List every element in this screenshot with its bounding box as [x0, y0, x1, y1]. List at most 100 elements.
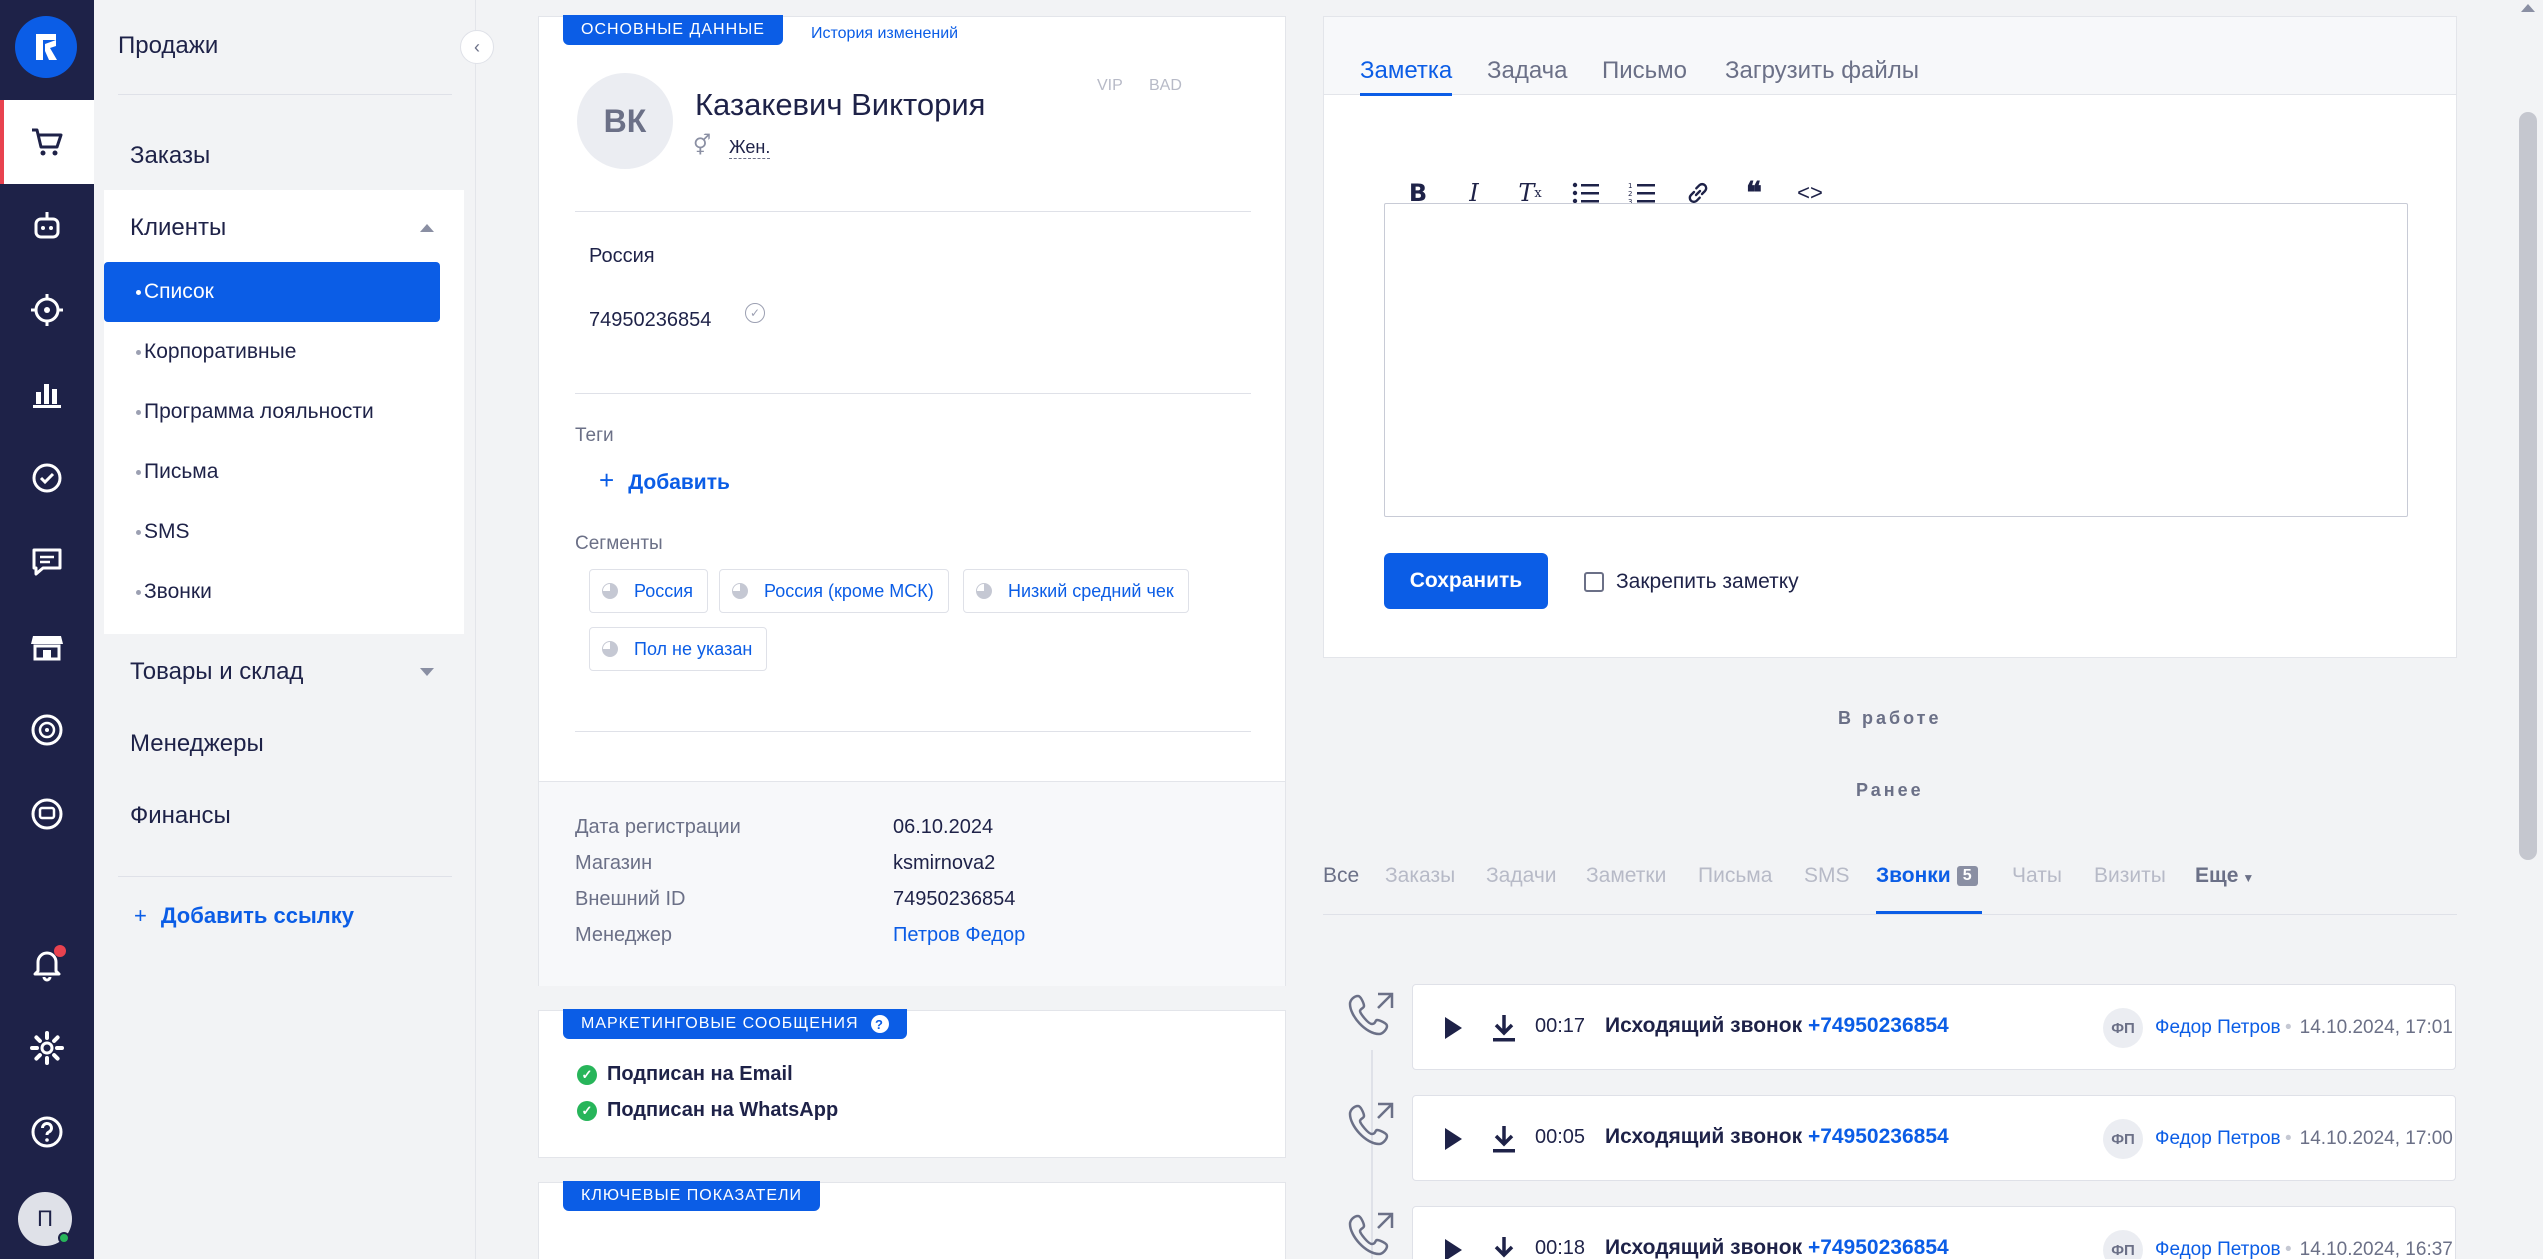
- rail-reports[interactable]: [0, 352, 94, 436]
- rail-help[interactable]: [0, 1090, 94, 1174]
- sidebar-subitem-letters[interactable]: Письма: [104, 442, 440, 502]
- active-tab-indicator: [1360, 93, 1452, 96]
- outgoing-call-icon: [1348, 1102, 1394, 1146]
- manager-avatar: ФП: [2103, 1119, 2143, 1159]
- filter-calls[interactable]: Звонки 5: [1876, 864, 1978, 888]
- check-circle-icon: [32, 463, 62, 493]
- rail-sales[interactable]: [0, 100, 94, 184]
- manager-link[interactable]: Федор Петров: [2155, 1239, 2281, 1259]
- sidebar-subitem-sms[interactable]: SMS: [104, 502, 440, 562]
- calls-count-badge: 5: [1956, 866, 1978, 886]
- logo-icon: [36, 34, 57, 60]
- rail-settings[interactable]: [0, 1006, 94, 1090]
- kpi-title: Ключевые показатели: [563, 1181, 821, 1211]
- sidebar-item-managers[interactable]: Менеджеры: [130, 730, 264, 758]
- call-phone-link[interactable]: +74950236854: [1808, 1125, 1949, 1148]
- call-phone-link[interactable]: +74950236854: [1808, 1236, 1949, 1259]
- tab-main-data[interactable]: Основные данные: [563, 15, 783, 45]
- flag-vip[interactable]: VIP: [1097, 77, 1123, 95]
- filter-chats[interactable]: Чаты: [2012, 864, 2062, 888]
- phone-number[interactable]: 74950236854: [589, 309, 711, 332]
- plus-icon: +: [134, 903, 147, 928]
- sidebar-item-finance[interactable]: Финансы: [130, 802, 231, 830]
- call-phone-link[interactable]: +74950236854: [1808, 1014, 1949, 1037]
- sidebar-group-clients: Клиенты Список Корпоративные Программа л…: [104, 190, 464, 634]
- sidebar-item-orders[interactable]: Заказы: [130, 142, 210, 170]
- download-icon[interactable]: [1491, 1013, 1517, 1043]
- pin-note-checkbox[interactable]: [1584, 572, 1604, 592]
- rail-tasks[interactable]: [0, 436, 94, 520]
- marketing-title: Маркетинговые сообщения?: [563, 1009, 907, 1039]
- save-note-button[interactable]: Сохранить: [1384, 553, 1548, 609]
- help-icon: [31, 1116, 63, 1148]
- country: Россия: [589, 245, 655, 267]
- add-link-button[interactable]: + Добавить ссылку: [134, 903, 354, 929]
- sidebar-subitem-list[interactable]: Список: [104, 262, 440, 322]
- segment-chip[interactable]: Низкий средний чек: [963, 569, 1189, 613]
- rail-chats[interactable]: [0, 520, 94, 604]
- download-icon[interactable]: [1491, 1235, 1517, 1259]
- segment-chip[interactable]: Россия (кроме МСК): [719, 569, 949, 613]
- play-icon[interactable]: [1445, 1017, 1462, 1039]
- add-tag-button[interactable]: + Добавить: [599, 465, 730, 496]
- kpi-card: Ключевые показатели: [538, 1181, 1286, 1259]
- filter-visits[interactable]: Визиты: [2094, 864, 2166, 888]
- segment-pie-icon: [602, 641, 618, 657]
- call-description: Исходящий звонок +74950236854: [1605, 1125, 1949, 1148]
- manager-link[interactable]: Федор Петров: [2155, 1017, 2281, 1039]
- rail-notifications[interactable]: [0, 922, 94, 1006]
- play-icon[interactable]: [1445, 1239, 1462, 1259]
- filter-tasks[interactable]: Задачи: [1486, 864, 1557, 888]
- call-duration: 00:17: [1535, 1015, 1586, 1037]
- manager-link[interactable]: Петров Федор: [893, 924, 1025, 947]
- tab-note[interactable]: Заметка: [1360, 57, 1452, 85]
- sidebar-subitem-calls[interactable]: Звонки: [104, 562, 440, 622]
- manager-link[interactable]: Федор Петров: [2155, 1128, 2281, 1150]
- scroll-up-arrow[interactable]: [2521, 4, 2535, 12]
- segment-chip[interactable]: Пол не указан: [589, 627, 768, 671]
- user-avatar[interactable]: П: [18, 1192, 72, 1246]
- flag-bad[interactable]: BAD: [1149, 77, 1182, 95]
- chevron-down-icon[interactable]: [420, 668, 434, 676]
- help-icon[interactable]: ?: [870, 1015, 889, 1033]
- sidebar-subitem-loyalty[interactable]: Программа лояльности: [104, 382, 440, 442]
- play-icon[interactable]: [1445, 1128, 1462, 1150]
- gender-value[interactable]: Жен.: [729, 137, 771, 159]
- sidebar-item-clients[interactable]: Клиенты: [130, 214, 226, 242]
- note-panel: Заметка Задача Письмо Загрузить файлы B …: [1323, 16, 2457, 658]
- collapse-sidebar-button[interactable]: ‹: [460, 30, 494, 64]
- segment-pie-icon: [732, 583, 748, 599]
- check-icon: ✓: [577, 1100, 597, 1121]
- rail-store[interactable]: [0, 604, 94, 688]
- detail-value: ksmirnova2: [893, 852, 996, 874]
- filter-sms[interactable]: SMS: [1804, 864, 1850, 888]
- tab-change-history[interactable]: История изменений: [811, 25, 958, 43]
- pin-note-label[interactable]: Закрепить заметку: [1616, 570, 1799, 594]
- chevron-up-icon[interactable]: [420, 224, 434, 232]
- filter-all[interactable]: Все: [1323, 864, 1359, 888]
- notification-dot: [54, 945, 66, 957]
- robot-icon: [34, 212, 60, 239]
- rail-analytics-target[interactable]: [0, 268, 94, 352]
- rail-bots[interactable]: [0, 184, 94, 268]
- filter-notes[interactable]: Заметки: [1586, 864, 1666, 888]
- call-duration: 00:05: [1535, 1126, 1586, 1148]
- marketing-card: Маркетинговые сообщения? ✓ Подписан на Em…: [538, 1009, 1286, 1158]
- rail-marketplace[interactable]: [0, 688, 94, 772]
- tab-upload-files[interactable]: Загрузить файлы: [1725, 57, 1919, 85]
- download-icon[interactable]: [1491, 1124, 1517, 1154]
- sidebar-item-goods[interactable]: Товары и склад: [130, 658, 303, 686]
- rail-support[interactable]: [0, 772, 94, 856]
- section-sidebar: Продажи ‹ Заказы Клиенты Список Корпорат…: [94, 0, 494, 1259]
- tab-task[interactable]: Задача: [1487, 57, 1568, 85]
- page-scrollbar[interactable]: [2519, 112, 2537, 860]
- app-logo[interactable]: [15, 16, 77, 78]
- filter-more-dropdown[interactable]: Еще ▼: [2195, 864, 2254, 888]
- filter-letters[interactable]: Письма: [1698, 864, 1772, 888]
- tab-letter[interactable]: Письмо: [1602, 57, 1687, 85]
- sidebar-subitem-corporate[interactable]: Корпоративные: [104, 322, 440, 382]
- segment-chip[interactable]: Россия: [589, 569, 709, 613]
- verify-check-icon[interactable]: ✓: [745, 303, 765, 323]
- filter-orders[interactable]: Заказы: [1385, 864, 1455, 888]
- note-editor[interactable]: [1384, 203, 2408, 517]
